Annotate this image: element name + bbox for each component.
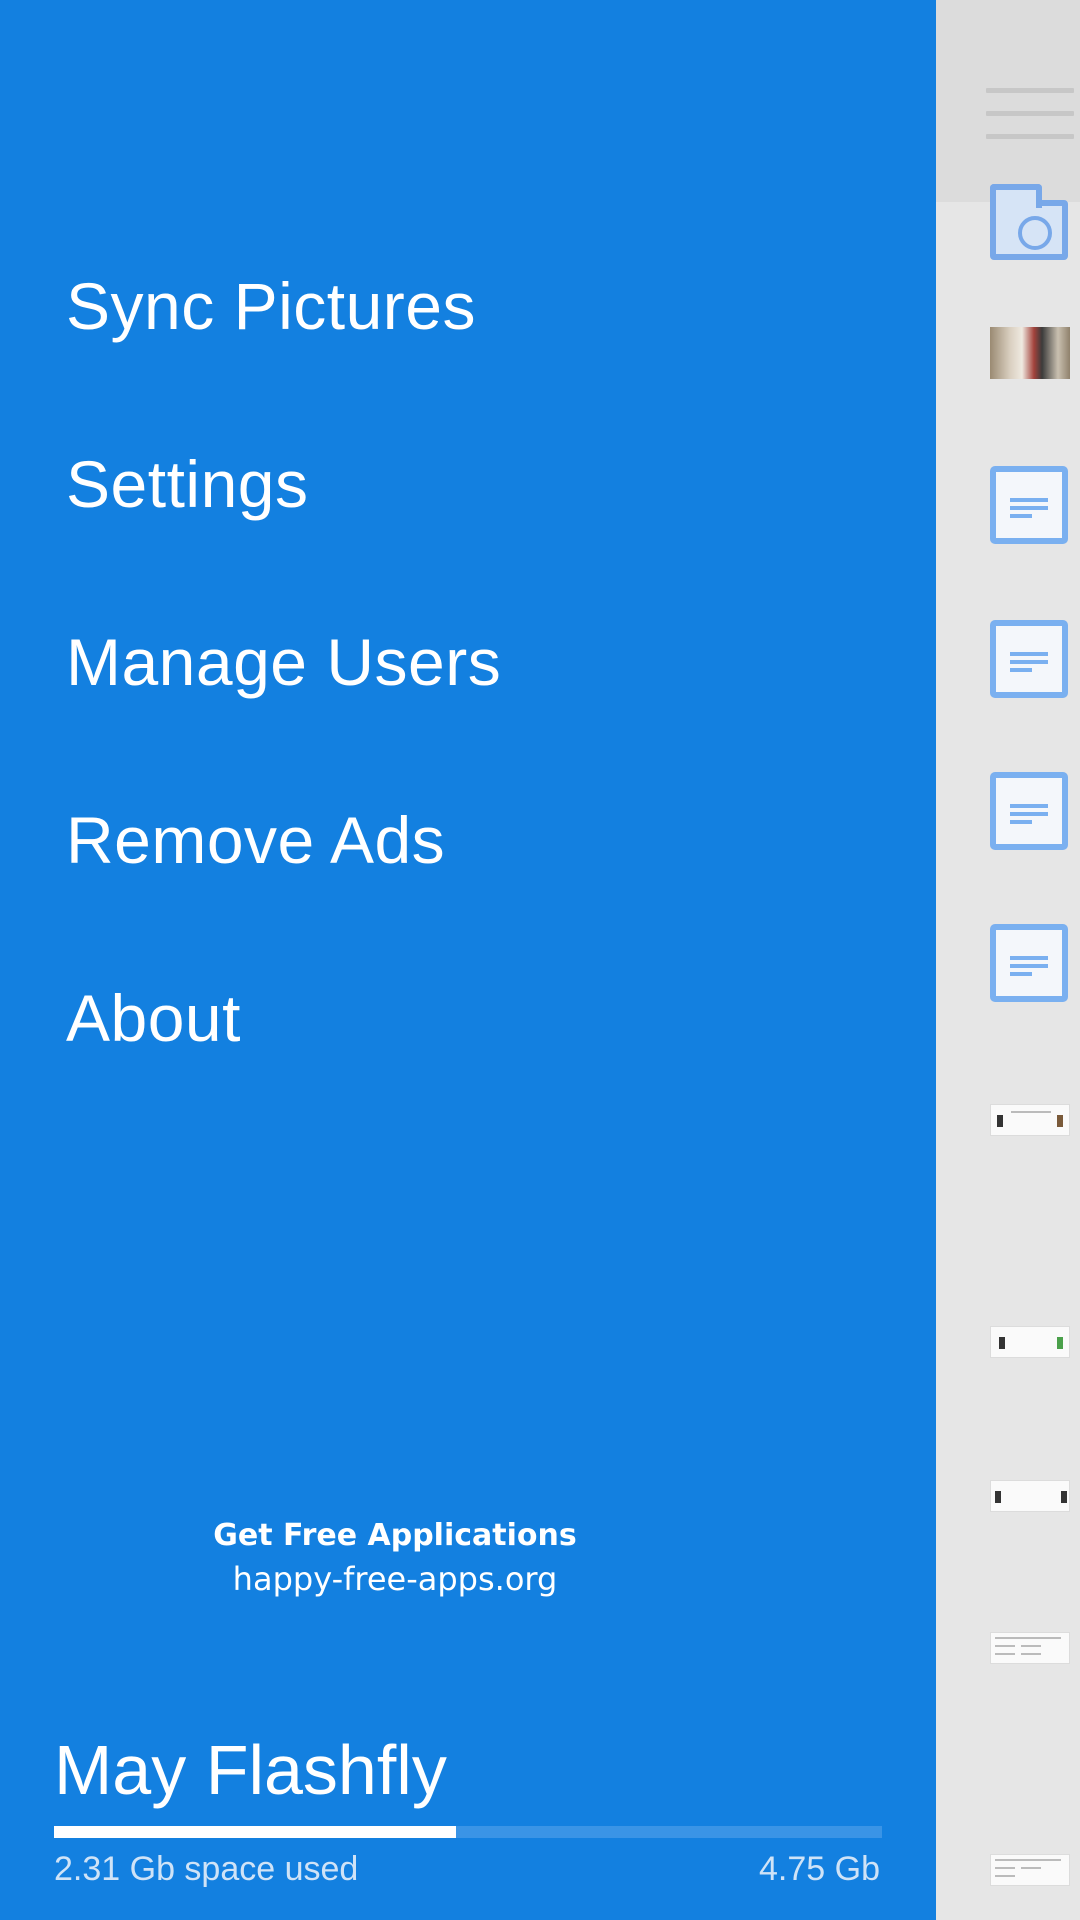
document-icon[interactable] xyxy=(990,620,1068,698)
user-name[interactable]: May Flashfly xyxy=(54,1730,447,1810)
screenshot-thumbnail[interactable] xyxy=(990,1104,1070,1136)
storage-progress-fill xyxy=(54,1826,457,1838)
storage-total-label: 4.75 Gb xyxy=(759,1850,880,1888)
screenshot-thumbnail[interactable] xyxy=(990,1632,1070,1664)
file-list-strip xyxy=(936,0,1080,1920)
menu-item-remove-ads[interactable]: Remove Ads xyxy=(66,802,445,878)
menu-item-manage-users[interactable]: Manage Users xyxy=(66,624,501,700)
screenshot-thumbnail[interactable] xyxy=(990,1326,1070,1358)
menu-item-settings[interactable]: Settings xyxy=(66,446,308,522)
storage-progress-bar xyxy=(54,1826,882,1838)
screenshot-thumbnail[interactable] xyxy=(990,1480,1070,1512)
promo-title: Get Free Applications xyxy=(213,1518,577,1553)
hamburger-menu-icon[interactable] xyxy=(986,88,1074,142)
photo-thumbnail[interactable] xyxy=(990,327,1070,379)
menu-item-sync-pictures[interactable]: Sync Pictures xyxy=(66,268,476,344)
promo-link[interactable]: happy-free-apps.org xyxy=(0,1560,790,1598)
folder-web-icon[interactable] xyxy=(990,184,1068,260)
storage-used-label: 2.31 Gb space used xyxy=(54,1850,359,1888)
top-bar xyxy=(936,0,1080,202)
navigation-drawer: Sync Pictures Settings Manage Users Remo… xyxy=(0,0,936,1920)
document-icon[interactable] xyxy=(990,924,1068,1002)
document-icon[interactable] xyxy=(990,466,1068,544)
document-icon[interactable] xyxy=(990,772,1068,850)
menu-item-about[interactable]: About xyxy=(66,980,241,1056)
screenshot-thumbnail[interactable] xyxy=(990,1854,1070,1886)
